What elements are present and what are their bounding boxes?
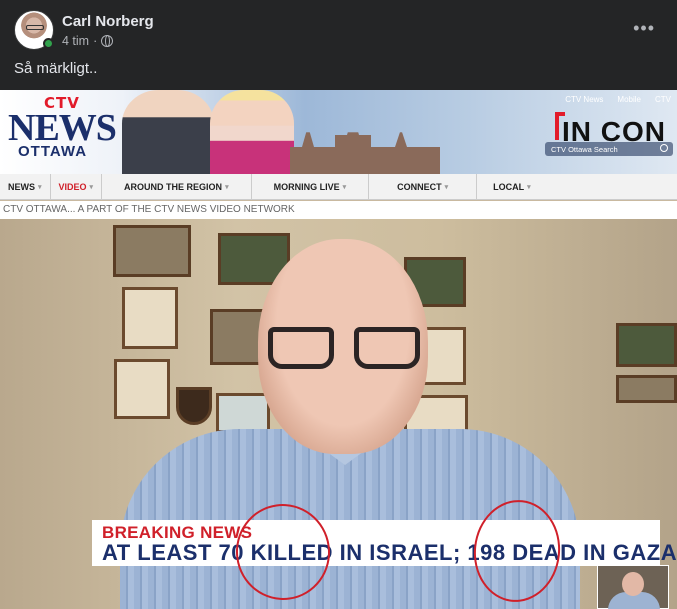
ctv-nav-around-the-region: AROUND THE REGION ▾ — [102, 173, 252, 200]
avatar[interactable] — [14, 10, 54, 50]
post-text: Så märkligt.. — [14, 60, 98, 77]
ottawa-wordmark: OTTAWA — [18, 143, 88, 160]
online-status-dot — [43, 38, 54, 49]
ctv-nav-connect: CONNECT ▾ — [369, 173, 478, 200]
anchor-man-image — [122, 90, 214, 174]
more-options-button[interactable]: ••• — [633, 18, 655, 39]
author-name[interactable]: Carl Norberg — [62, 13, 154, 31]
wall-frame — [616, 323, 677, 367]
post-subline: 4 tim · — [62, 34, 154, 48]
ctv-nav-news: NEWS ▾ — [0, 173, 51, 200]
ctv-strip: CTV OTTAWA... A PART OF THE CTV NEWS VID… — [0, 201, 677, 219]
breaking-news-lower-third: BREAKING NEWS AT LEAST 70 KILLED IN ISRA… — [92, 520, 677, 566]
ctv-banner: CTV NEWS OTTAWA CTV News Mobile CTV IN C… — [0, 90, 677, 174]
anchor-woman-image — [210, 90, 294, 174]
post-time[interactable]: 4 tim — [62, 34, 89, 48]
avatar-glasses — [26, 25, 44, 30]
globe-icon — [101, 34, 114, 47]
post-header: Carl Norberg 4 tim · — [14, 10, 154, 50]
pip-thumbnail — [597, 565, 669, 609]
ctv-nav-video: VIDEO ▾ — [51, 173, 103, 200]
caret-icon: ▾ — [225, 183, 229, 191]
caret-icon: ▾ — [444, 183, 449, 191]
post-meta: Carl Norberg 4 tim · — [62, 13, 154, 48]
banner-top-links: CTV News Mobile CTV — [565, 95, 671, 104]
caret-icon: ▾ — [342, 183, 347, 191]
top-link: CTV — [655, 95, 671, 104]
ctv-search-box: CTV Ottawa Search — [545, 142, 673, 156]
post-photo[interactable]: CTV NEWS OTTAWA CTV News Mobile CTV IN C… — [0, 90, 677, 609]
wall-frame — [616, 375, 677, 403]
ctv-nav-morning-live: MORNING LIVE ▾ — [252, 173, 370, 200]
caret-icon: ▾ — [527, 183, 531, 191]
speaker-glasses — [268, 327, 420, 371]
top-link: CTV News — [565, 95, 604, 104]
breaking-news-headline: AT LEAST 70 KILLED IN ISRAEL; 198 DEAD I… — [102, 540, 677, 565]
ctv-search-placeholder: CTV Ottawa Search — [551, 145, 618, 154]
search-icon — [660, 144, 668, 152]
ctv-nav: NEWS ▾ VIDEO ▾ AROUND THE REGION ▾ MORNING … — [0, 173, 677, 200]
ctv-nav-local: LOCAL ▾ — [493, 181, 531, 192]
caret-icon: ▾ — [38, 183, 42, 191]
pip-head — [622, 572, 644, 596]
top-link: Mobile — [617, 95, 641, 104]
caret-icon: ▾ — [89, 183, 94, 191]
glasses-lens — [354, 327, 420, 369]
parliament-image — [290, 114, 440, 174]
separator: · — [93, 33, 98, 48]
glasses-lens — [268, 327, 334, 369]
